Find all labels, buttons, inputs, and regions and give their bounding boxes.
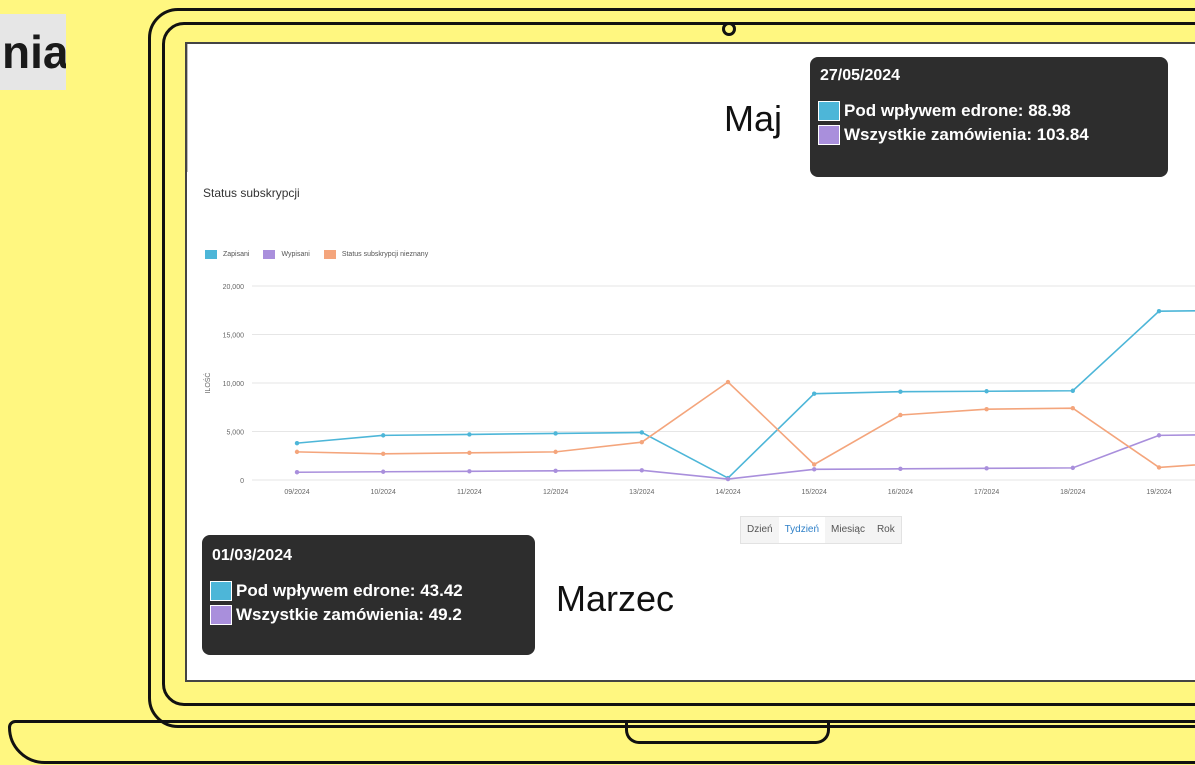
data-point bbox=[639, 430, 644, 435]
series-line bbox=[296, 434, 1195, 480]
x-tick-label: 16/2024 bbox=[888, 489, 913, 496]
y-tick-label: 15,000 bbox=[223, 333, 245, 340]
data-point bbox=[381, 469, 386, 474]
data-point bbox=[294, 440, 300, 446]
tab-rok[interactable]: Rok bbox=[871, 517, 901, 543]
tooltip-row: Pod wpływem edrone: 88.98 bbox=[818, 99, 1168, 123]
tooltip-date: 27/05/2024 bbox=[820, 67, 901, 84]
data-point bbox=[639, 439, 644, 445]
tooltip-row: Wszystkie zamówienia: 49.2 bbox=[210, 603, 535, 627]
tooltip-swatch bbox=[818, 101, 840, 121]
data-point bbox=[1156, 465, 1162, 470]
x-tick-label: 19/2024 bbox=[1146, 489, 1171, 496]
x-tick-label: 14/2024 bbox=[715, 489, 740, 496]
y-tick-label: 20,000 bbox=[223, 284, 245, 291]
tooltip-swatch bbox=[210, 581, 232, 601]
data-point bbox=[725, 476, 731, 482]
y-tick-label: 5,000 bbox=[226, 430, 244, 437]
tooltip-march: 01/03/2024 Pod wpływem edrone: 43.42 Wsz… bbox=[202, 535, 535, 655]
series-line bbox=[296, 380, 1195, 469]
data-point bbox=[812, 391, 817, 396]
data-point bbox=[812, 467, 817, 472]
data-point bbox=[898, 389, 903, 394]
data-point bbox=[1156, 433, 1162, 438]
data-point bbox=[984, 389, 989, 394]
x-tick-label: 17/2024 bbox=[974, 489, 999, 496]
tooltip-row-label: Pod wpływem edrone: 88.98 bbox=[844, 101, 1071, 120]
data-point bbox=[294, 470, 300, 475]
tooltip-may: 27/05/2024 Pod wpływem edrone: 88.98 Wsz… bbox=[810, 57, 1168, 177]
data-point bbox=[381, 451, 386, 457]
data-point bbox=[984, 466, 989, 471]
data-point bbox=[467, 432, 472, 437]
data-point bbox=[1070, 406, 1076, 411]
y-axis-label: ILOŚĆ bbox=[203, 372, 212, 393]
data-point bbox=[294, 449, 300, 455]
x-tick-label: 18/2024 bbox=[1060, 489, 1085, 496]
y-tick-label: 0 bbox=[240, 478, 244, 485]
tooltip-row-label: Wszystkie zamówienia: 103.84 bbox=[844, 125, 1089, 144]
data-point bbox=[467, 469, 472, 474]
x-tick-label: 10/2024 bbox=[371, 489, 396, 496]
tooltip-row-label: Wszystkie zamówienia: 49.2 bbox=[236, 605, 462, 624]
x-tick-label: 15/2024 bbox=[802, 489, 827, 496]
x-tick-label: 11/2024 bbox=[457, 489, 482, 496]
x-tick-label: 13/2024 bbox=[629, 489, 654, 496]
data-point bbox=[898, 466, 903, 472]
data-point bbox=[553, 468, 558, 473]
data-point bbox=[898, 412, 903, 418]
data-point bbox=[381, 433, 386, 438]
period-tabs: Dzień Tydzień Miesiąc Rok bbox=[740, 516, 902, 544]
data-point bbox=[984, 406, 989, 412]
tooltip-date: 01/03/2024 bbox=[212, 547, 293, 564]
data-point bbox=[725, 379, 731, 385]
data-point bbox=[553, 449, 558, 455]
tooltip-row-label: Pod wpływem edrone: 43.42 bbox=[236, 581, 463, 600]
data-point bbox=[553, 431, 558, 436]
tab-tydzien[interactable]: Tydzień bbox=[778, 517, 826, 543]
x-tick-label: 12/2024 bbox=[543, 489, 568, 496]
data-point bbox=[639, 468, 644, 473]
data-point bbox=[467, 450, 472, 456]
tooltip-row: Wszystkie zamówienia: 103.84 bbox=[818, 123, 1168, 147]
label-may: Maj bbox=[724, 98, 783, 139]
tooltip-swatch bbox=[210, 605, 232, 625]
tab-miesiac[interactable]: Miesiąc bbox=[825, 517, 871, 543]
tooltip-swatch bbox=[818, 125, 840, 145]
tab-dzien[interactable]: Dzień bbox=[741, 517, 779, 543]
tooltip-row: Pod wpływem edrone: 43.42 bbox=[210, 579, 535, 603]
data-point bbox=[1070, 388, 1076, 393]
y-tick-label: 10,000 bbox=[223, 381, 245, 388]
data-point bbox=[812, 462, 817, 467]
data-point bbox=[1070, 465, 1076, 471]
data-point bbox=[1156, 309, 1162, 314]
x-tick-label: 09/2024 bbox=[284, 489, 309, 496]
label-march: Marzec bbox=[556, 578, 675, 619]
